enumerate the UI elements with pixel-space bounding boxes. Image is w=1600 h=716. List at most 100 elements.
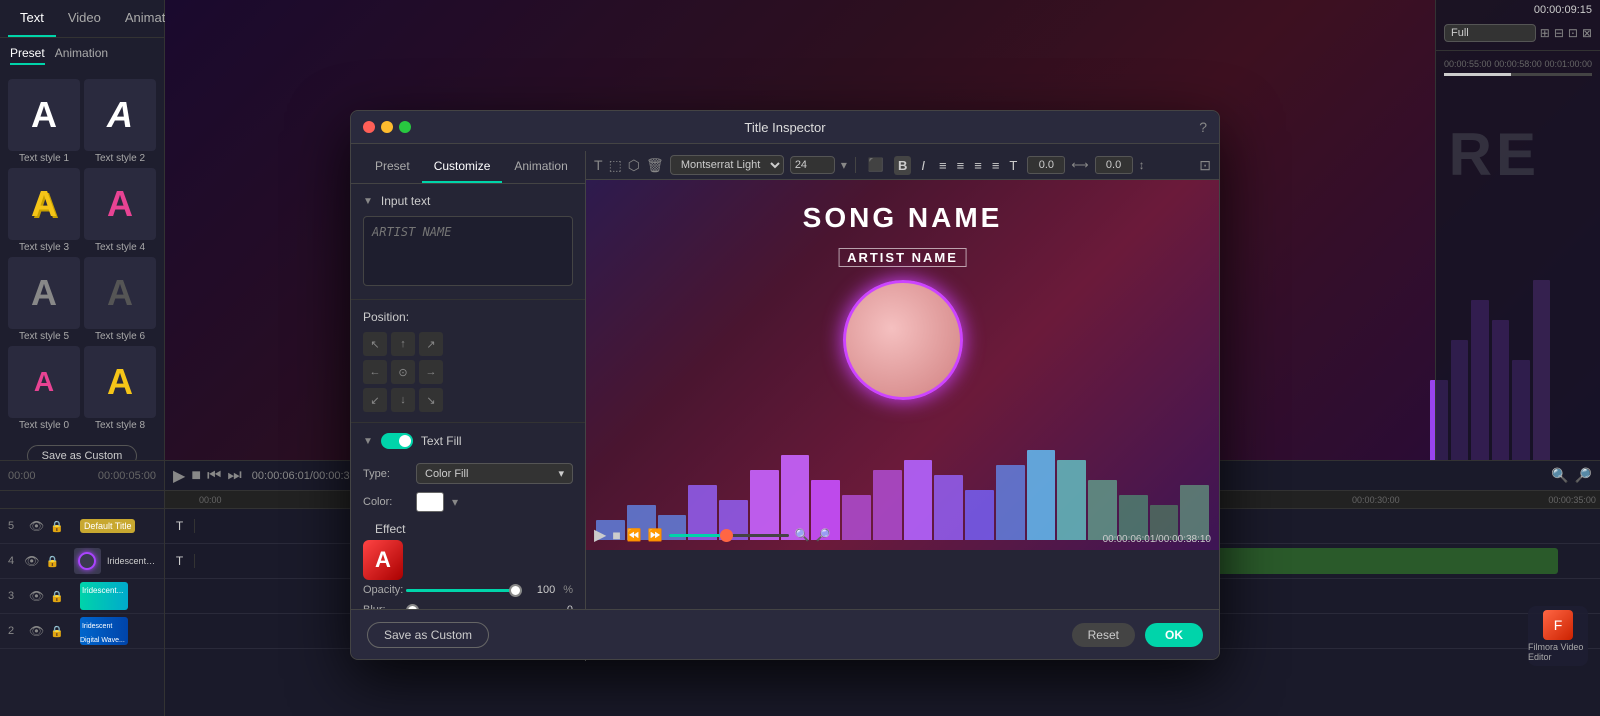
modal-save-custom-button[interactable]: Save as Custom: [367, 622, 489, 648]
eq-bar: [842, 495, 871, 540]
lt-lock-4[interactable]: 🔒: [45, 555, 59, 568]
maximize-button[interactable]: [399, 121, 411, 133]
type-dropdown[interactable]: Color Fill ▾: [416, 463, 573, 484]
preview-back-button[interactable]: ⏪: [627, 528, 642, 542]
minimize-button[interactable]: [381, 121, 393, 133]
pos-top-center[interactable]: ↑: [391, 332, 415, 356]
italic-button[interactable]: I: [917, 156, 929, 175]
modal-reset-button[interactable]: Reset: [1072, 623, 1135, 647]
text-baseline-icon[interactable]: T: [1005, 156, 1021, 175]
modal-tab-animation[interactable]: Animation: [502, 151, 579, 183]
lt-track-4: 4 👁 🔒 Iridescent Circle 1: [0, 544, 164, 579]
lt-eye-3[interactable]: 👁: [29, 589, 44, 603]
text-style-preview-4: A: [84, 168, 156, 240]
pos-bot-center[interactable]: ↓: [391, 388, 415, 412]
preview-artist-name[interactable]: ARTIST NAME: [838, 248, 967, 267]
pos-mid-center[interactable]: ⊙: [391, 360, 415, 384]
text-fill-toggle[interactable]: [381, 433, 413, 449]
align-left-icon[interactable]: ≡: [935, 156, 951, 175]
tab-text[interactable]: Text: [8, 0, 56, 37]
opacity-thumb[interactable]: [509, 584, 522, 597]
frame-tool-icon[interactable]: ⬡: [628, 157, 640, 174]
font-select[interactable]: Montserrat Light: [670, 155, 784, 175]
bold-button[interactable]: B: [894, 156, 911, 175]
opacity-slider[interactable]: [406, 589, 522, 592]
align-justify-icon[interactable]: ≡: [988, 156, 1004, 175]
preview-playhead[interactable]: [720, 529, 733, 542]
close-button[interactable]: [363, 121, 375, 133]
zoom-in-icon[interactable]: ⊞: [1540, 26, 1550, 40]
tab-video[interactable]: Video: [56, 0, 113, 37]
lt-eye-2[interactable]: 👁: [29, 624, 44, 638]
lt-lock-5[interactable]: 🔒: [50, 520, 64, 533]
crop-tool-icon[interactable]: ⬚: [609, 157, 622, 174]
preview-progress-bar[interactable]: [669, 534, 789, 537]
zoom-out-icon[interactable]: ⊟: [1554, 26, 1564, 40]
preview-zoom-icon[interactable]: ⊡: [1199, 157, 1211, 174]
lt-eye-4[interactable]: 👁: [24, 554, 39, 568]
lt-lock-3[interactable]: 🔒: [50, 590, 64, 603]
text-tool-icon[interactable]: T: [594, 157, 603, 173]
align-right-icon[interactable]: ≡: [970, 156, 986, 175]
pos-mid-right[interactable]: →: [419, 360, 443, 384]
subtab-animation[interactable]: Animation: [55, 46, 108, 65]
modal-tab-customize[interactable]: Customize: [422, 151, 503, 183]
color-swatch[interactable]: [416, 492, 444, 512]
text-style-item[interactable]: A Text style 2: [84, 79, 156, 164]
preview-progress-fill: [669, 534, 723, 537]
preview-zoom-in-icon[interactable]: 🔍: [795, 528, 810, 542]
crop-icon[interactable]: ⊠: [1582, 26, 1592, 40]
num-input-1[interactable]: [1027, 156, 1065, 174]
num-input-2[interactable]: [1095, 156, 1133, 174]
modal-tab-preset[interactable]: Preset: [363, 151, 422, 183]
chevron-down-icon[interactable]: ▾: [841, 158, 847, 172]
zoom-dropdown[interactable]: Full: [1444, 24, 1536, 42]
text-left-align-icon[interactable]: ⬛: [864, 155, 888, 175]
chevron-down-icon: ▾: [558, 467, 564, 480]
zoom-minus-icon[interactable]: 🔎: [1575, 467, 1592, 484]
lt-eye-5[interactable]: 👁: [29, 519, 44, 533]
right-progress-bar[interactable]: [1444, 73, 1592, 76]
lt-ruler: [0, 491, 164, 509]
pos-bot-left[interactable]: ↙: [363, 388, 387, 412]
preview-forward-button[interactable]: ⏩: [648, 528, 663, 542]
text-style-item[interactable]: A Text style 1: [8, 79, 80, 164]
eq-bar: [934, 475, 963, 540]
modal-right-panel: T ⬚ ⬡ 🗑 Montserrat Light ▾ ⬛ B I ≡ ≡ ≡ ≡…: [586, 151, 1219, 591]
lt-clip-circle-4[interactable]: [74, 548, 101, 574]
next-button[interactable]: ⏭: [227, 467, 241, 485]
modal-title: Title Inspector: [744, 120, 825, 135]
text-style-item[interactable]: A Text style 5: [8, 257, 80, 342]
lt-clip-2[interactable]: Iridescent Digital Wave...: [80, 617, 128, 645]
text-style-item[interactable]: A Text style 3: [8, 168, 80, 253]
text-style-item[interactable]: A Text style 6: [84, 257, 156, 342]
pos-top-right[interactable]: ↗: [419, 332, 443, 356]
pos-bot-right[interactable]: ↘: [419, 388, 443, 412]
text-style-item[interactable]: A Text style 0: [8, 346, 80, 431]
input-text-field[interactable]: [363, 216, 573, 286]
stop-button[interactable]: ■: [191, 467, 201, 485]
effect-preview[interactable]: A: [363, 540, 403, 580]
lt-track-num-2: 2: [8, 625, 23, 637]
font-size-input[interactable]: [790, 156, 835, 174]
text-style-item[interactable]: A Text style 4: [84, 168, 156, 253]
input-text-header[interactable]: ▼ Input text: [363, 194, 573, 208]
subtab-preset[interactable]: Preset: [10, 46, 45, 65]
delete-tool-icon[interactable]: 🗑: [646, 157, 664, 174]
modal-ok-button[interactable]: OK: [1145, 623, 1203, 647]
lt-clip-3[interactable]: Iridescent...: [80, 582, 128, 610]
preview-stop-button[interactable]: ■: [612, 527, 620, 543]
help-icon[interactable]: ?: [1199, 119, 1207, 135]
prev-button[interactable]: ⏮: [207, 467, 221, 485]
preview-play-button[interactable]: ▶: [594, 525, 606, 545]
fit-icon[interactable]: ⊡: [1568, 26, 1578, 40]
lt-clip-title-5[interactable]: Default Title: [80, 519, 136, 533]
pos-top-left[interactable]: ↖: [363, 332, 387, 356]
play-button[interactable]: ▶: [173, 466, 185, 486]
preview-zoom-out-icon[interactable]: 🔎: [816, 528, 831, 542]
pos-mid-left[interactable]: ←: [363, 360, 387, 384]
align-center-icon[interactable]: ≡: [953, 156, 969, 175]
zoom-plus-icon[interactable]: 🔍: [1551, 467, 1568, 484]
text-style-item[interactable]: A Text style 8: [84, 346, 156, 431]
lt-lock-2[interactable]: 🔒: [50, 625, 64, 638]
